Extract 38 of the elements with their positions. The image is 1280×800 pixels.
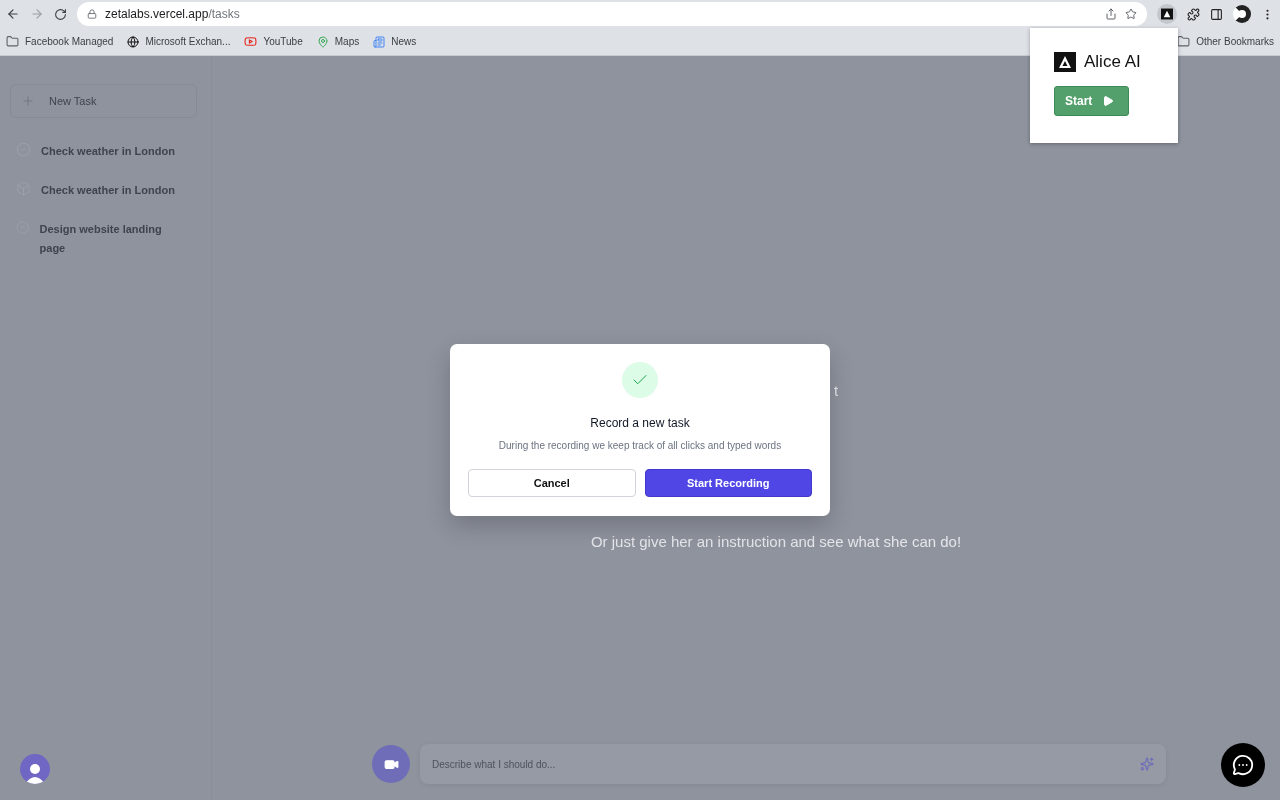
bookmark-link[interactable]: News (373, 35, 417, 48)
chat-bubble-icon (1232, 754, 1254, 776)
extension-logo-button[interactable] (1157, 4, 1177, 24)
puzzle-icon[interactable] (1187, 7, 1200, 21)
folder-icon (6, 35, 19, 48)
play-icon (244, 35, 258, 48)
lock-icon (87, 9, 97, 19)
globe-icon (127, 35, 140, 48)
folder-icon (1177, 35, 1191, 48)
user-avatar[interactable] (20, 754, 50, 784)
map-pin-icon (316, 35, 329, 48)
check-icon (622, 362, 658, 398)
side-panel-icon[interactable] (1210, 7, 1223, 21)
bookmark-folder-link[interactable]: Other Bookmarks (1177, 35, 1274, 48)
address-bar[interactable]: zetalabs.vercel.app/tasks (77, 2, 1147, 26)
popup-title: Alice AI (1084, 52, 1141, 72)
start-recording-button[interactable]: Start Recording (644, 469, 812, 497)
reload-icon[interactable] (54, 7, 67, 21)
news-icon (373, 35, 386, 48)
bookmark-link[interactable]: YouTube (244, 35, 303, 48)
dialog-description: During the recording we keep track of all clicks and typed words (498, 440, 782, 451)
back-icon[interactable] (6, 7, 20, 21)
hint-text: Or just give her an instruction and see what she can do! (590, 533, 962, 550)
heading-text: t (834, 382, 839, 399)
dialog-title: Record a new task (590, 416, 690, 430)
chat-button[interactable] (1221, 743, 1265, 787)
bookmark-link[interactable]: Facebook Managed (6, 35, 114, 48)
record-video-button[interactable] (372, 745, 410, 783)
cancel-button[interactable]: Cancel (468, 469, 636, 497)
share-icon[interactable] (1105, 8, 1117, 20)
plus-icon (21, 94, 35, 108)
bookmark-star-icon[interactable] (1125, 8, 1137, 20)
play-icon (1102, 95, 1115, 107)
instruction-input[interactable]: Describe what I should do... (420, 744, 1166, 784)
bookmark-link[interactable]: Maps (316, 35, 360, 48)
logo-icon (1054, 52, 1076, 72)
url-text: zetalabs.vercel.app/tasks (105, 7, 240, 21)
bookmark-link[interactable]: Microsoft Exchan... (127, 35, 231, 48)
